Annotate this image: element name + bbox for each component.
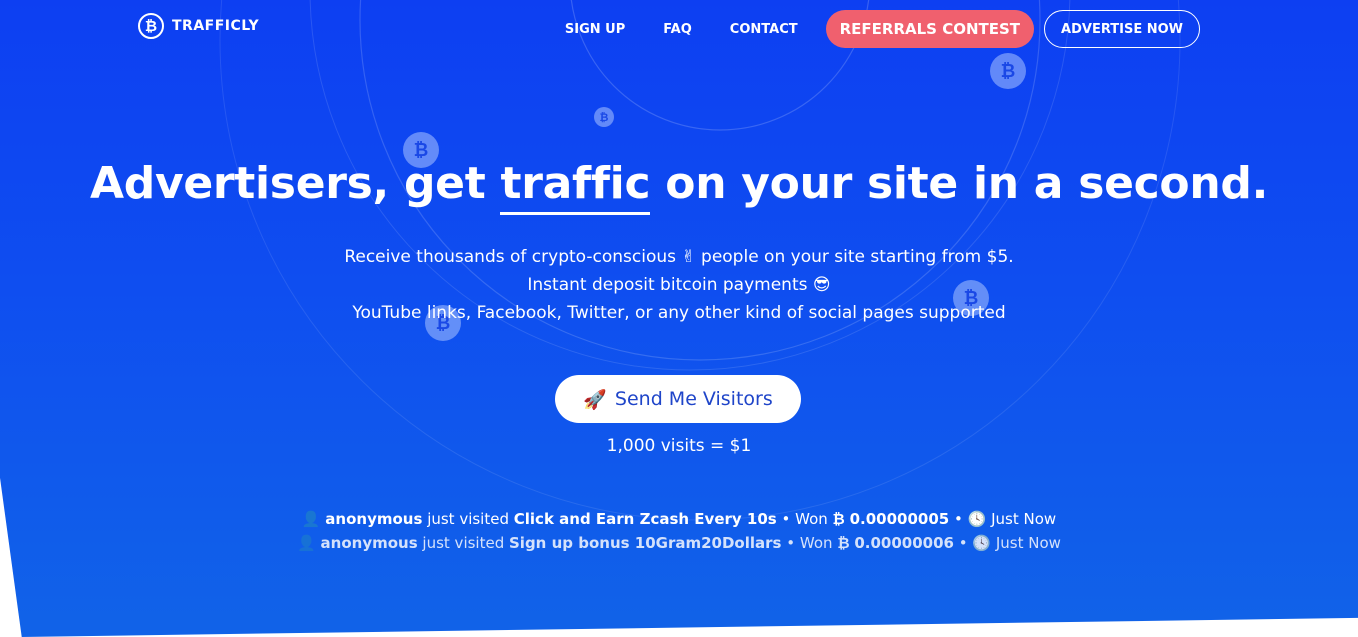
feed-user: anonymous: [325, 510, 423, 528]
subtext-line-3: YouTube links, Facebook, Twitter, or any…: [352, 303, 1006, 323]
hero-subtext: Receive thousands of crypto-conscious ✌ …: [0, 243, 1358, 327]
clock-icon: 🕓: [972, 534, 992, 552]
feed-site: Sign up bonus 10Gram20Dollars: [509, 534, 782, 552]
pricing-rate: 1,000 visits = $1: [606, 436, 752, 456]
feed-separator: •: [958, 534, 968, 552]
feed-amount: 0.00000006: [854, 534, 954, 552]
bitcoin-icon: ₿: [832, 510, 845, 528]
bitcoin-logo-icon: ₿: [138, 13, 164, 39]
hero-section: ₿ ₿ ₿ ₿ ₿ ₿ TRAFFICLY SIGN UP FAQ CONTAC…: [0, 0, 1358, 637]
cta-label: Send Me Visitors: [614, 388, 773, 410]
referrals-contest-button[interactable]: REFERRALS CONTEST: [825, 10, 1035, 48]
nav-faq-link[interactable]: FAQ: [663, 22, 692, 37]
feed-time: Just Now: [991, 510, 1057, 528]
top-nav: SIGN UP FAQ CONTACT REFERRALS CONTEST AD…: [565, 10, 1200, 48]
feed-action: just visited: [427, 510, 509, 528]
advertise-now-button[interactable]: ADVERTISE NOW: [1044, 10, 1200, 48]
clock-icon: 🕓: [967, 510, 987, 528]
feed-amount: 0.00000005: [849, 510, 950, 528]
feed-won-label: Won: [799, 534, 833, 552]
brand-logo[interactable]: ₿ TRAFFICLY: [138, 13, 259, 39]
rocket-icon: 🚀: [583, 388, 607, 411]
bitcoin-bubble-icon: ₿: [990, 53, 1026, 89]
activity-feed: 👤 anonymous just visited Click and Earn …: [0, 507, 1358, 555]
feed-item: 👤 anonymous just visited Click and Earn …: [0, 507, 1358, 531]
nav-sign-up-link[interactable]: SIGN UP: [565, 22, 625, 37]
feed-site: Click and Earn Zcash Every 10s: [513, 510, 777, 528]
bitcoin-icon: ₿: [837, 534, 850, 552]
nav-contact-link[interactable]: CONTACT: [730, 22, 798, 37]
subtext-line-1: Receive thousands of crypto-conscious ✌ …: [344, 247, 1014, 267]
feed-time: Just Now: [995, 534, 1061, 552]
feed-action: just visited: [422, 534, 505, 552]
send-me-visitors-button[interactable]: 🚀 Send Me Visitors: [555, 375, 801, 423]
headline-start: Advertisers, get: [90, 158, 486, 209]
brand-name: TRAFFICLY: [172, 18, 260, 34]
feed-item: 👤 anonymous just visited Sign up bonus 1…: [0, 531, 1358, 555]
feed-separator: •: [786, 534, 796, 552]
subtext-line-2: Instant deposit bitcoin payments 😎: [527, 275, 831, 295]
feed-separator: •: [953, 510, 963, 528]
user-icon: 👤: [297, 534, 316, 552]
headline-highlight: traffic: [500, 158, 651, 215]
feed-user: anonymous: [320, 534, 418, 552]
user-icon: 👤: [301, 510, 321, 528]
bitcoin-bubble-icon: ₿: [594, 107, 614, 127]
feed-separator: •: [781, 510, 791, 528]
feed-won-label: Won: [795, 510, 828, 528]
headline-end: on your site in a second.: [665, 158, 1268, 209]
hero-headline: Advertisers, get traffic on your site in…: [0, 158, 1358, 215]
